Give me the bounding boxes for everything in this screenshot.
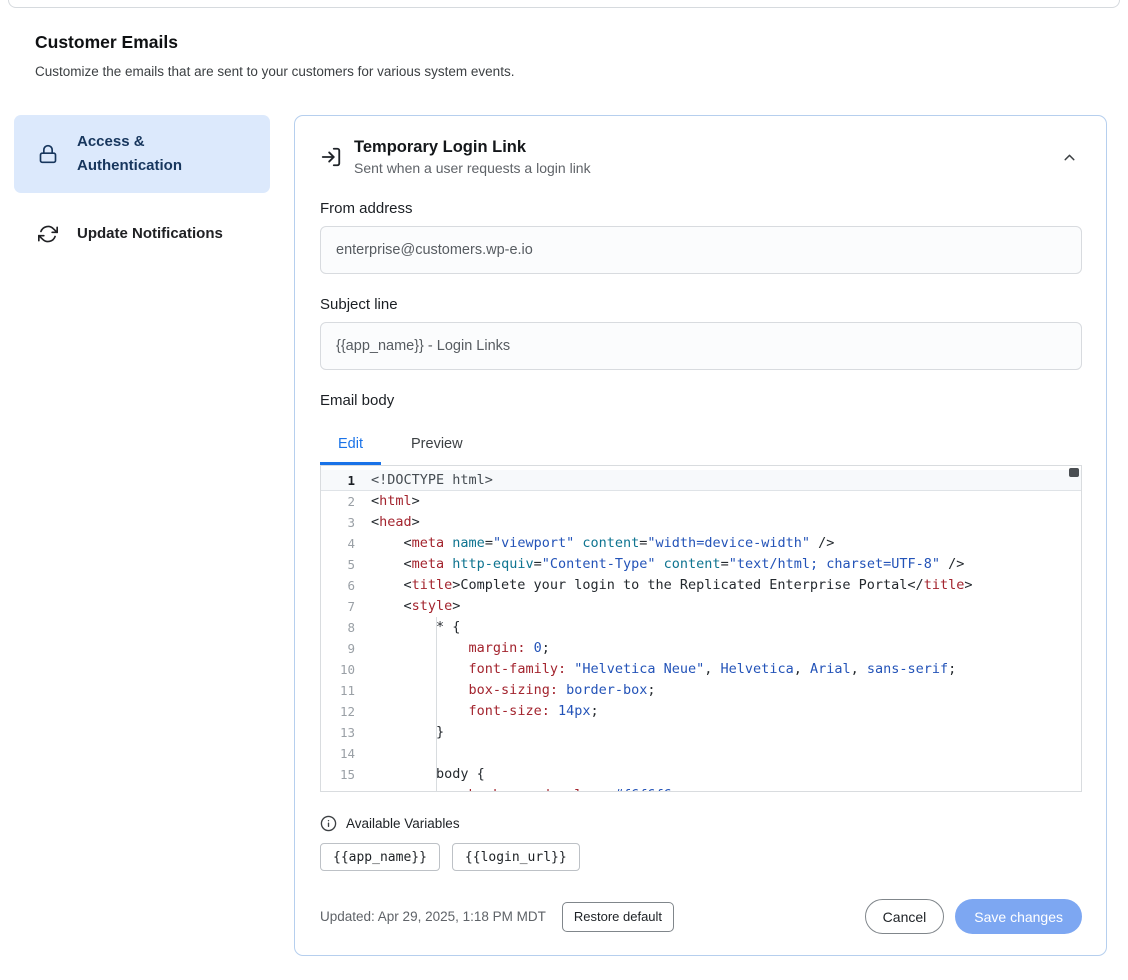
code-text: <head> (355, 512, 420, 533)
panel-footer: Updated: Apr 29, 2025, 1:18 PM MDT Resto… (320, 899, 1082, 934)
available-variables-header: Available Variables (320, 815, 1082, 832)
code-line[interactable]: 11 box-sizing: border-box; (321, 680, 1081, 701)
code-text: } (355, 722, 444, 743)
subject-line-field: Subject line (320, 296, 1082, 370)
code-text: <title>Complete your login to the Replic… (355, 575, 972, 596)
code-line[interactable]: 2<html> (321, 491, 1081, 512)
code-text: <meta http-equiv="Content-Type" content=… (355, 554, 964, 575)
email-body-field: Email body Edit Preview 1<!DOCTYPE html>… (320, 392, 1082, 792)
line-number: 4 (321, 533, 355, 554)
previous-section-border (8, 0, 1120, 8)
code-text: margin: 0; (355, 638, 550, 659)
refresh-icon (38, 224, 58, 244)
email-body-label: Email body (320, 392, 1082, 409)
info-icon[interactable] (320, 815, 337, 832)
line-number: 5 (321, 554, 355, 575)
from-address-label: From address (320, 200, 1082, 217)
code-line[interactable]: 14 (321, 743, 1081, 764)
code-line[interactable]: 4 <meta name="viewport" content="width=d… (321, 533, 1081, 554)
page-title: Customer Emails (35, 32, 1093, 53)
tab-preview[interactable]: Preview (393, 425, 481, 465)
code-line[interactable]: 16 background-color: #f6f6f6; (321, 785, 1081, 792)
code-editor[interactable]: 1<!DOCTYPE html>2<html>3<head>4 <meta na… (320, 465, 1082, 792)
restore-default-button[interactable]: Restore default (562, 902, 674, 932)
sidebar-item-update-notifications[interactable]: Update Notifications (14, 211, 270, 257)
from-address-input[interactable] (320, 226, 1082, 274)
line-number: 11 (321, 680, 355, 701)
page-header: Customer Emails Customize the emails tha… (35, 32, 1093, 79)
line-number: 1 (321, 470, 355, 491)
sidebar-item-label: Update Notifications (77, 222, 223, 246)
line-number: 13 (321, 722, 355, 743)
panel-title: Temporary Login Link (354, 138, 591, 157)
page-subtitle: Customize the emails that are sent to yo… (35, 64, 1093, 79)
code-text: font-size: 14px; (355, 701, 599, 722)
available-variables-section: Available Variables {{app_name}} {{login… (320, 815, 1082, 871)
variable-chip-login-url[interactable]: {{login_url}} (452, 843, 580, 871)
code-text: <style> (355, 596, 460, 617)
content-area: Access & Authentication Update Notificat… (14, 115, 1107, 956)
collapse-section-button[interactable] (1057, 145, 1082, 170)
code-text: <!DOCTYPE html> (355, 470, 493, 491)
panel-header: Temporary Login Link Sent when a user re… (320, 138, 1082, 176)
cancel-button[interactable]: Cancel (865, 899, 945, 934)
panel-subtitle: Sent when a user requests a login link (354, 160, 591, 176)
sidebar-item-label: Access & Authentication (77, 130, 232, 178)
indent-guide (436, 617, 437, 791)
code-line[interactable]: 10 font-family: "Helvetica Neue", Helvet… (321, 659, 1081, 680)
line-number: 15 (321, 764, 355, 785)
code-line[interactable]: 13 } (321, 722, 1081, 743)
code-text: background-color: #f6f6f6; (355, 785, 680, 792)
code-line[interactable]: 15 body { (321, 764, 1081, 785)
code-line[interactable]: 5 <meta http-equiv="Content-Type" conten… (321, 554, 1081, 575)
sidebar-item-access-authentication[interactable]: Access & Authentication (14, 115, 270, 193)
login-icon (320, 146, 342, 168)
tab-edit[interactable]: Edit (320, 425, 381, 465)
line-number: 10 (321, 659, 355, 680)
updated-timestamp: Updated: Apr 29, 2025, 1:18 PM MDT (320, 909, 546, 924)
code-line[interactable]: 3<head> (321, 512, 1081, 533)
code-text: body { (355, 764, 485, 785)
available-variables-label: Available Variables (346, 816, 460, 831)
code-lines: 1<!DOCTYPE html>2<html>3<head>4 <meta na… (321, 470, 1081, 792)
email-editor-panel: Temporary Login Link Sent when a user re… (294, 115, 1107, 956)
lock-icon (38, 144, 58, 164)
line-number: 16 (321, 785, 355, 792)
code-text: font-family: "Helvetica Neue", Helvetica… (355, 659, 956, 680)
from-address-field: From address (320, 200, 1082, 274)
save-changes-button[interactable]: Save changes (955, 899, 1082, 934)
line-number: 9 (321, 638, 355, 659)
code-line[interactable]: 8 * { (321, 617, 1081, 638)
code-text: <meta name="viewport" content="width=dev… (355, 533, 834, 554)
code-line[interactable]: 6 <title>Complete your login to the Repl… (321, 575, 1081, 596)
line-number: 3 (321, 512, 355, 533)
line-number: 8 (321, 617, 355, 638)
editor-scrollbar[interactable] (1069, 468, 1079, 477)
panel-header-text: Temporary Login Link Sent when a user re… (354, 138, 591, 176)
line-number: 14 (321, 743, 355, 764)
variable-chip-app-name[interactable]: {{app_name}} (320, 843, 440, 871)
subject-line-label: Subject line (320, 296, 1082, 313)
variable-chips: {{app_name}} {{login_url}} (320, 843, 1082, 871)
code-text: <html> (355, 491, 420, 512)
subject-line-input[interactable] (320, 322, 1082, 370)
line-number: 6 (321, 575, 355, 596)
editor-tabs: Edit Preview (320, 425, 1082, 465)
code-line[interactable]: 12 font-size: 14px; (321, 701, 1081, 722)
line-number: 7 (321, 596, 355, 617)
code-line[interactable]: 9 margin: 0; (321, 638, 1081, 659)
email-types-sidebar: Access & Authentication Update Notificat… (14, 115, 270, 257)
line-number: 12 (321, 701, 355, 722)
chevron-up-icon (1061, 149, 1078, 166)
line-number: 2 (321, 491, 355, 512)
code-text: box-sizing: border-box; (355, 680, 656, 701)
code-line[interactable]: 1<!DOCTYPE html> (321, 470, 1081, 491)
code-line[interactable]: 7 <style> (321, 596, 1081, 617)
code-text: * { (355, 617, 460, 638)
code-text (355, 743, 371, 764)
